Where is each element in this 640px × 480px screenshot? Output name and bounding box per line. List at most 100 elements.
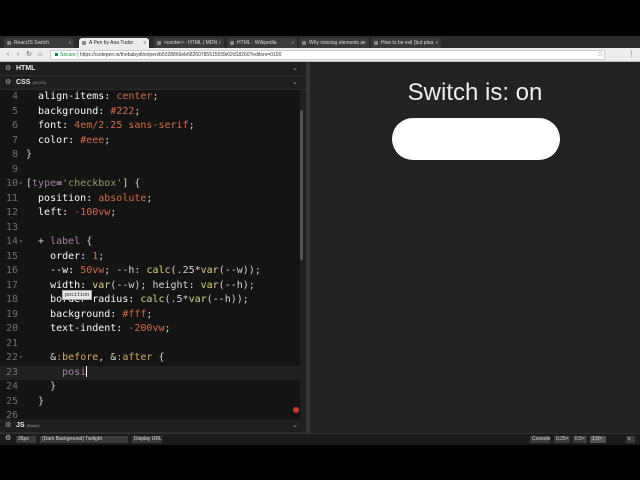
chevron-down-icon[interactable]: ⌄: [292, 76, 298, 90]
console-button[interactable]: Console: [530, 436, 550, 443]
code-line[interactable]: 9: [0, 163, 300, 178]
zoom-05-button[interactable]: 0.5×: [573, 436, 587, 443]
code-line[interactable]: 12 left: -100vw;: [0, 206, 300, 221]
code-line[interactable]: 14 ▾ + label {: [0, 235, 300, 250]
line-number: 16: [5, 265, 18, 276]
code-token: sans-serif: [128, 120, 189, 131]
js-panel-title: JS (Babel): [16, 419, 39, 433]
line-number: 14: [5, 236, 18, 247]
code-line[interactable]: 18 border-radius: calc(.5*var(--h));: [0, 293, 300, 308]
tab-reactjs-switch[interactable]: ReactJS Switch x: [4, 38, 74, 48]
code-token: {: [152, 352, 165, 363]
code-token: order:: [26, 250, 93, 262]
code-line[interactable]: 4 align-items: center;: [0, 90, 300, 105]
tab-why-missing-elements[interactable]: Why missing elements ar x: [299, 38, 369, 48]
code-token: (.5*: [164, 294, 189, 305]
autocomplete-suggestion[interactable]: position: [62, 290, 93, 300]
line-number: 25: [5, 395, 18, 407]
error-indicator-icon[interactable]: [293, 407, 299, 413]
code-token: 4em/2.25: [74, 120, 129, 131]
back-icon[interactable]: ‹: [4, 51, 12, 59]
line-number: 24: [5, 381, 18, 392]
switch-status-text: Switch is: on: [407, 79, 543, 106]
css-panel-title: CSS (SCSS): [16, 76, 46, 90]
code-line[interactable]: 20 text-indent: -200vw;: [0, 322, 300, 337]
code-token: :before: [56, 352, 99, 363]
lock-icon: [55, 53, 58, 57]
code-token: background:: [26, 308, 123, 320]
code-line[interactable]: 23 posi: [0, 365, 300, 380]
chevron-down-icon[interactable]: ⌄: [292, 419, 298, 433]
code-line[interactable]: 15 order: 1;: [0, 250, 300, 265]
code-token: text-indent:: [26, 323, 129, 334]
display-url-button[interactable]: Display URL: [132, 436, 162, 443]
code-line[interactable]: 24 }: [0, 380, 300, 395]
close-icon[interactable]: x: [436, 38, 439, 48]
code-text: text-indent: -200vw;: [26, 322, 170, 337]
css-panel-header[interactable]: ⚙ CSS (SCSS) ⌄: [0, 76, 306, 90]
theme-select[interactable]: (Dark Background) Twilight: [40, 436, 128, 443]
code-line[interactable]: 7 color: #eee;: [0, 134, 300, 149]
code-line[interactable]: 5 background: #222;: [0, 105, 300, 120]
js-panel-label: JS: [16, 422, 25, 429]
code-line[interactable]: 25 }: [0, 395, 300, 410]
code-token: , &: [98, 352, 117, 363]
tab-center-html-mdn[interactable]: <center> - HTML | MDN x: [154, 38, 224, 48]
code-token: :after: [116, 352, 153, 363]
close-icon[interactable]: x: [219, 38, 222, 48]
close-icon[interactable]: x: [69, 38, 72, 48]
code-text: --w: 50vw; --h: calc(.25*var(--w));: [26, 264, 261, 279]
close-icon[interactable]: x: [626, 436, 635, 443]
editor-scrollbar[interactable]: [300, 110, 303, 260]
code-line[interactable]: 19 background: #fff;: [0, 308, 300, 323]
code-line[interactable]: 16 --w: 50vw; --h: calc(.25*var(--w));: [0, 264, 300, 279]
tab-how-to-be-evil[interactable]: How to be evil (but plea x: [371, 38, 441, 48]
line-number: 9: [11, 163, 18, 175]
line-number: 17: [5, 279, 18, 291]
zoom-025-button[interactable]: 0.25×: [554, 436, 570, 443]
fold-arrow-icon[interactable]: ▾: [19, 351, 23, 366]
reload-icon[interactable]: ↻: [25, 51, 33, 59]
line-number: 23: [5, 366, 18, 378]
code-token: var: [200, 279, 219, 291]
close-icon[interactable]: x: [364, 38, 367, 48]
close-icon[interactable]: x: [292, 38, 295, 48]
url-field[interactable]: Secure | https://codepen.io/thebabydino/…: [50, 50, 605, 60]
code-token: calc: [146, 265, 171, 276]
gear-icon[interactable]: ⚙: [5, 62, 11, 76]
code-line[interactable]: 22 ▾ &:before, &:after {: [0, 351, 300, 366]
switch-toggle[interactable]: [392, 118, 560, 160]
zoom-1-button[interactable]: 1.0×: [590, 436, 606, 443]
code-line[interactable]: 8}: [0, 148, 300, 163]
code-line[interactable]: 10 ▾ [type='checkbox'] {: [0, 177, 300, 192]
code-token: align-items:: [26, 91, 117, 102]
code-line[interactable]: 11 position: absolute;: [0, 192, 300, 207]
code-token: (--w));: [218, 265, 261, 276]
tab-a-pen-by-ana-tudor[interactable]: A Pen by Ana Tudor x: [79, 38, 149, 48]
home-icon[interactable]: ⌂: [36, 51, 44, 59]
code-text: }: [26, 148, 32, 163]
css-code-editor[interactable]: 4 align-items: center; 5 background: #222…: [0, 90, 300, 420]
favicon-icon: [157, 41, 161, 45]
css-panel-subtitle: (SCSS): [32, 80, 46, 85]
font-size-select[interactable]: 26px: [16, 436, 36, 443]
star-icon[interactable]: ☆: [597, 51, 605, 59]
html-panel-header[interactable]: ⚙ HTML ⌄: [0, 62, 306, 76]
code-line[interactable]: 17 width: var(--w); height: var(--h);: [0, 279, 300, 294]
code-line[interactable]: 6 font: 4em/2.25 sans-serif;: [0, 119, 300, 134]
tab-html-wikipedia[interactable]: HTML - Wikipedia x: [227, 38, 297, 48]
code-line[interactable]: 21: [0, 337, 300, 352]
fold-arrow-icon[interactable]: ▾: [19, 235, 23, 250]
forward-icon[interactable]: ›: [14, 51, 22, 59]
gear-icon[interactable]: ⚙: [5, 435, 11, 443]
menu-icon[interactable]: ⋮: [628, 51, 635, 59]
fold-arrow-icon[interactable]: ▾: [19, 177, 23, 192]
code-line[interactable]: 13: [0, 221, 300, 236]
chevron-down-icon[interactable]: ⌄: [292, 62, 298, 76]
gear-icon[interactable]: ⚙: [5, 419, 11, 433]
code-token: var: [188, 294, 207, 305]
gear-icon[interactable]: ⚙: [5, 76, 11, 90]
css-panel-label: CSS: [16, 79, 31, 86]
close-icon[interactable]: x: [144, 38, 147, 48]
js-panel-header[interactable]: ⚙ JS (Babel) ⌄: [0, 419, 306, 433]
